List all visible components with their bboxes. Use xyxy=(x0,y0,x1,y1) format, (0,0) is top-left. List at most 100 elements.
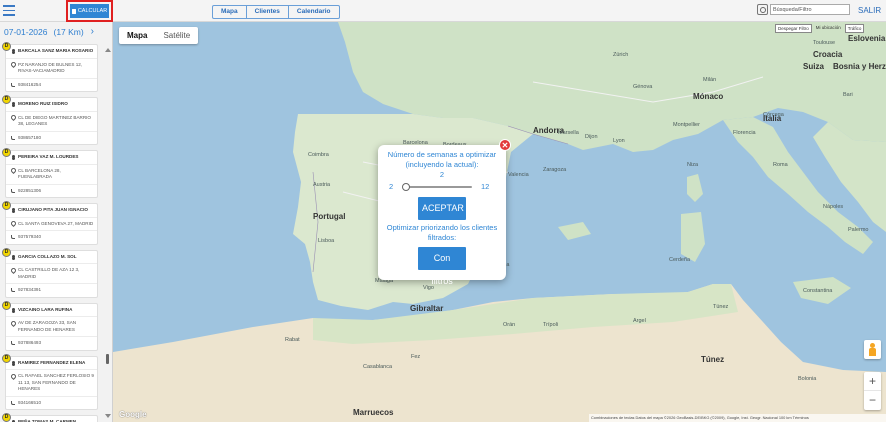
client-address: CL RAFAEL SANCHEZ FERLOSIO 9 11 13, SAN … xyxy=(6,369,97,396)
filter-search-icon[interactable] xyxy=(757,4,768,15)
land-balearic xyxy=(558,222,591,240)
weeks-slider[interactable] xyxy=(402,183,472,191)
calculate-button[interactable]: CALCULAR xyxy=(70,4,109,18)
scroll-up-arrow-icon[interactable] xyxy=(105,48,111,52)
client-phone[interactable]: 938657180 xyxy=(6,130,97,145)
map-place-label: Valencia xyxy=(508,172,529,178)
search-area xyxy=(757,4,850,15)
weeks-question: Número de semanas a optimizar (incluyend… xyxy=(387,150,497,169)
sidebar-scrollbar[interactable] xyxy=(104,48,112,422)
land-sardinia xyxy=(681,212,705,262)
client-name: PEÑA TOMAS M. CARMEN xyxy=(6,416,97,422)
client-name: MORENO RUIZ ISIDRO xyxy=(6,98,97,111)
client-address: AV DE ZARAGOZA 33, SAN FERNANDO DE HENAR… xyxy=(6,316,97,336)
map-place-label: Túnez xyxy=(713,304,729,310)
weeks-slider-thumb[interactable] xyxy=(402,183,410,191)
map-place-label: Florencia xyxy=(733,130,756,136)
map-place-label: Niza xyxy=(687,162,699,168)
scroll-thumb[interactable] xyxy=(106,354,109,364)
client-phone[interactable]: 938416254 xyxy=(6,77,97,92)
client-name: BARCALA SANZ MARIA ROSARIO xyxy=(6,45,97,58)
map-place-label: Nápoles xyxy=(823,204,844,210)
map-place-label: Génova xyxy=(633,84,653,90)
map-type-control: Mapa Satélite xyxy=(119,27,199,44)
street-view-pegman-icon[interactable] xyxy=(864,340,881,359)
search-input[interactable] xyxy=(770,4,850,15)
logout-button[interactable]: SALIR xyxy=(858,6,881,15)
client-card[interactable]: D VIZCAINO LARA RUFINA AV DE ZARAGOZA 33, … xyxy=(2,300,98,351)
zoom-out-button[interactable]: − xyxy=(864,391,881,410)
client-phone[interactable]: 922851306 xyxy=(6,183,97,198)
client-card[interactable]: D CIRUJANO PITA JUAN IGNACIO CL SANTA GENO… xyxy=(2,201,98,245)
map-place-label: Milán xyxy=(703,77,717,83)
zoom-control: + − xyxy=(864,372,881,410)
map-country-label: Eslovenia xyxy=(848,34,886,43)
map-place-label: Orán xyxy=(503,322,516,328)
map-place-label: Montpellier xyxy=(673,122,700,128)
scroll-down-arrow-icon[interactable] xyxy=(105,414,111,418)
client-phone[interactable]: 927834391 xyxy=(6,283,97,297)
tab-clientes[interactable]: Clientes xyxy=(247,6,289,18)
client-card[interactable]: D BARCALA SANZ MARIA ROSARIO PZ NARANJO DE… xyxy=(2,42,98,92)
map-country-label: Mónaco xyxy=(693,92,724,101)
map-country-label: Suiza xyxy=(803,62,824,71)
zoom-in-button[interactable]: + xyxy=(864,372,881,391)
map-control-buttons: Despegar Filtro Mi ubicación Tráfico xyxy=(775,24,865,33)
map-place-label: Casablanca xyxy=(363,364,393,370)
chevron-right-icon[interactable]: › xyxy=(91,26,94,37)
top-bar: CALCULAR Mapa Clientes Calendario SALIR xyxy=(0,0,886,22)
client-name: RAMIREZ FERNANDEZ ELENA xyxy=(6,357,97,370)
calculator-icon xyxy=(71,8,76,14)
mi-ubicacion-button[interactable]: Mi ubicación xyxy=(814,24,843,33)
map-place-label: Lyon xyxy=(613,138,625,144)
map-place-label: Trípoli xyxy=(543,322,559,328)
map-place-label: Lisboa xyxy=(318,238,335,244)
client-card[interactable]: D RAMIREZ FERNANDEZ ELENA CL RAFAEL SANCHE… xyxy=(2,353,98,410)
map-country-label: Portugal xyxy=(313,212,346,221)
map-place-label: Córcega xyxy=(763,112,784,118)
land-corsica xyxy=(687,174,703,202)
client-name: PEREIRA VAZ M. LOURDES xyxy=(6,151,97,164)
despegar-filtro-button[interactable]: Despegar Filtro xyxy=(775,24,812,33)
map-place-label: Fez xyxy=(411,354,421,360)
optimize-dialog: ✕ Número de semanas a optimizar (incluye… xyxy=(378,139,511,286)
tab-calendario[interactable]: Calendario xyxy=(289,6,339,18)
calculate-button-highlight: CALCULAR xyxy=(66,0,113,22)
route-header: 07-01-2026 (17 Km) › xyxy=(0,22,112,42)
accept-button[interactable]: ACEPTAR xyxy=(418,197,466,220)
weeks-slider-row: 2 12 xyxy=(378,181,506,193)
weeks-value: 2 xyxy=(439,170,445,179)
client-card[interactable]: D MORENO RUIZ ISIDRO CL DE DIEGO MARTINEZ … xyxy=(2,95,98,145)
map-country-label: Marruecos xyxy=(353,408,394,417)
map-place-label: Rabat xyxy=(285,337,300,343)
map-country-label: Croacia xyxy=(813,50,843,59)
close-icon[interactable]: ✕ xyxy=(499,139,511,151)
trafico-button[interactable]: Tráfico xyxy=(844,24,865,33)
client-phone[interactable]: 934166510 xyxy=(6,395,97,410)
map-place-label: Austria xyxy=(313,182,331,188)
filter-question: Optimizar priorizando los clientes filtr… xyxy=(386,223,498,242)
google-logo: Google xyxy=(119,410,147,419)
map-place-label: Toulouse xyxy=(813,40,836,46)
client-address: CL SANTA GENOVEVA 27, MADRID xyxy=(6,216,97,231)
client-phone[interactable]: 937886493 xyxy=(6,336,97,350)
map-place-label: Palermo xyxy=(848,227,869,233)
view-tabs: Mapa Clientes Calendario xyxy=(212,5,340,19)
client-name: GARCIA COLLAZO M. SOL xyxy=(6,251,97,264)
client-phone[interactable]: 937579340 xyxy=(6,230,97,244)
map-place-label: Roma xyxy=(773,162,788,168)
client-address: CL DE DIEGO MARTINEZ BARRIO 38, LEGANES xyxy=(6,110,97,131)
client-card[interactable]: D PEREIRA VAZ M. LOURDES CL BARCELONA 28, … xyxy=(2,148,98,198)
client-card[interactable]: D PEÑA TOMAS M. CARMEN xyxy=(2,413,98,422)
map-country-label: Bosnia y Herz. xyxy=(833,62,886,71)
map-place-label: Bolonia xyxy=(798,376,817,382)
menu-icon[interactable] xyxy=(3,5,15,16)
client-card[interactable]: D GARCIA COLLAZO M. SOL CL CASTRILLO DE AZ… xyxy=(2,247,98,298)
map-type-map-button[interactable]: Mapa xyxy=(119,27,155,44)
with-filters-button[interactable]: Con filtros xyxy=(418,247,466,286)
route-date: 07-01-2026 xyxy=(4,27,48,37)
map-type-satellite-button[interactable]: Satélite xyxy=(155,27,198,44)
client-name: VIZCAINO LARA RUFINA xyxy=(6,304,97,317)
tab-mapa[interactable]: Mapa xyxy=(213,6,247,18)
map-country-label: Gibraltar xyxy=(410,304,444,313)
